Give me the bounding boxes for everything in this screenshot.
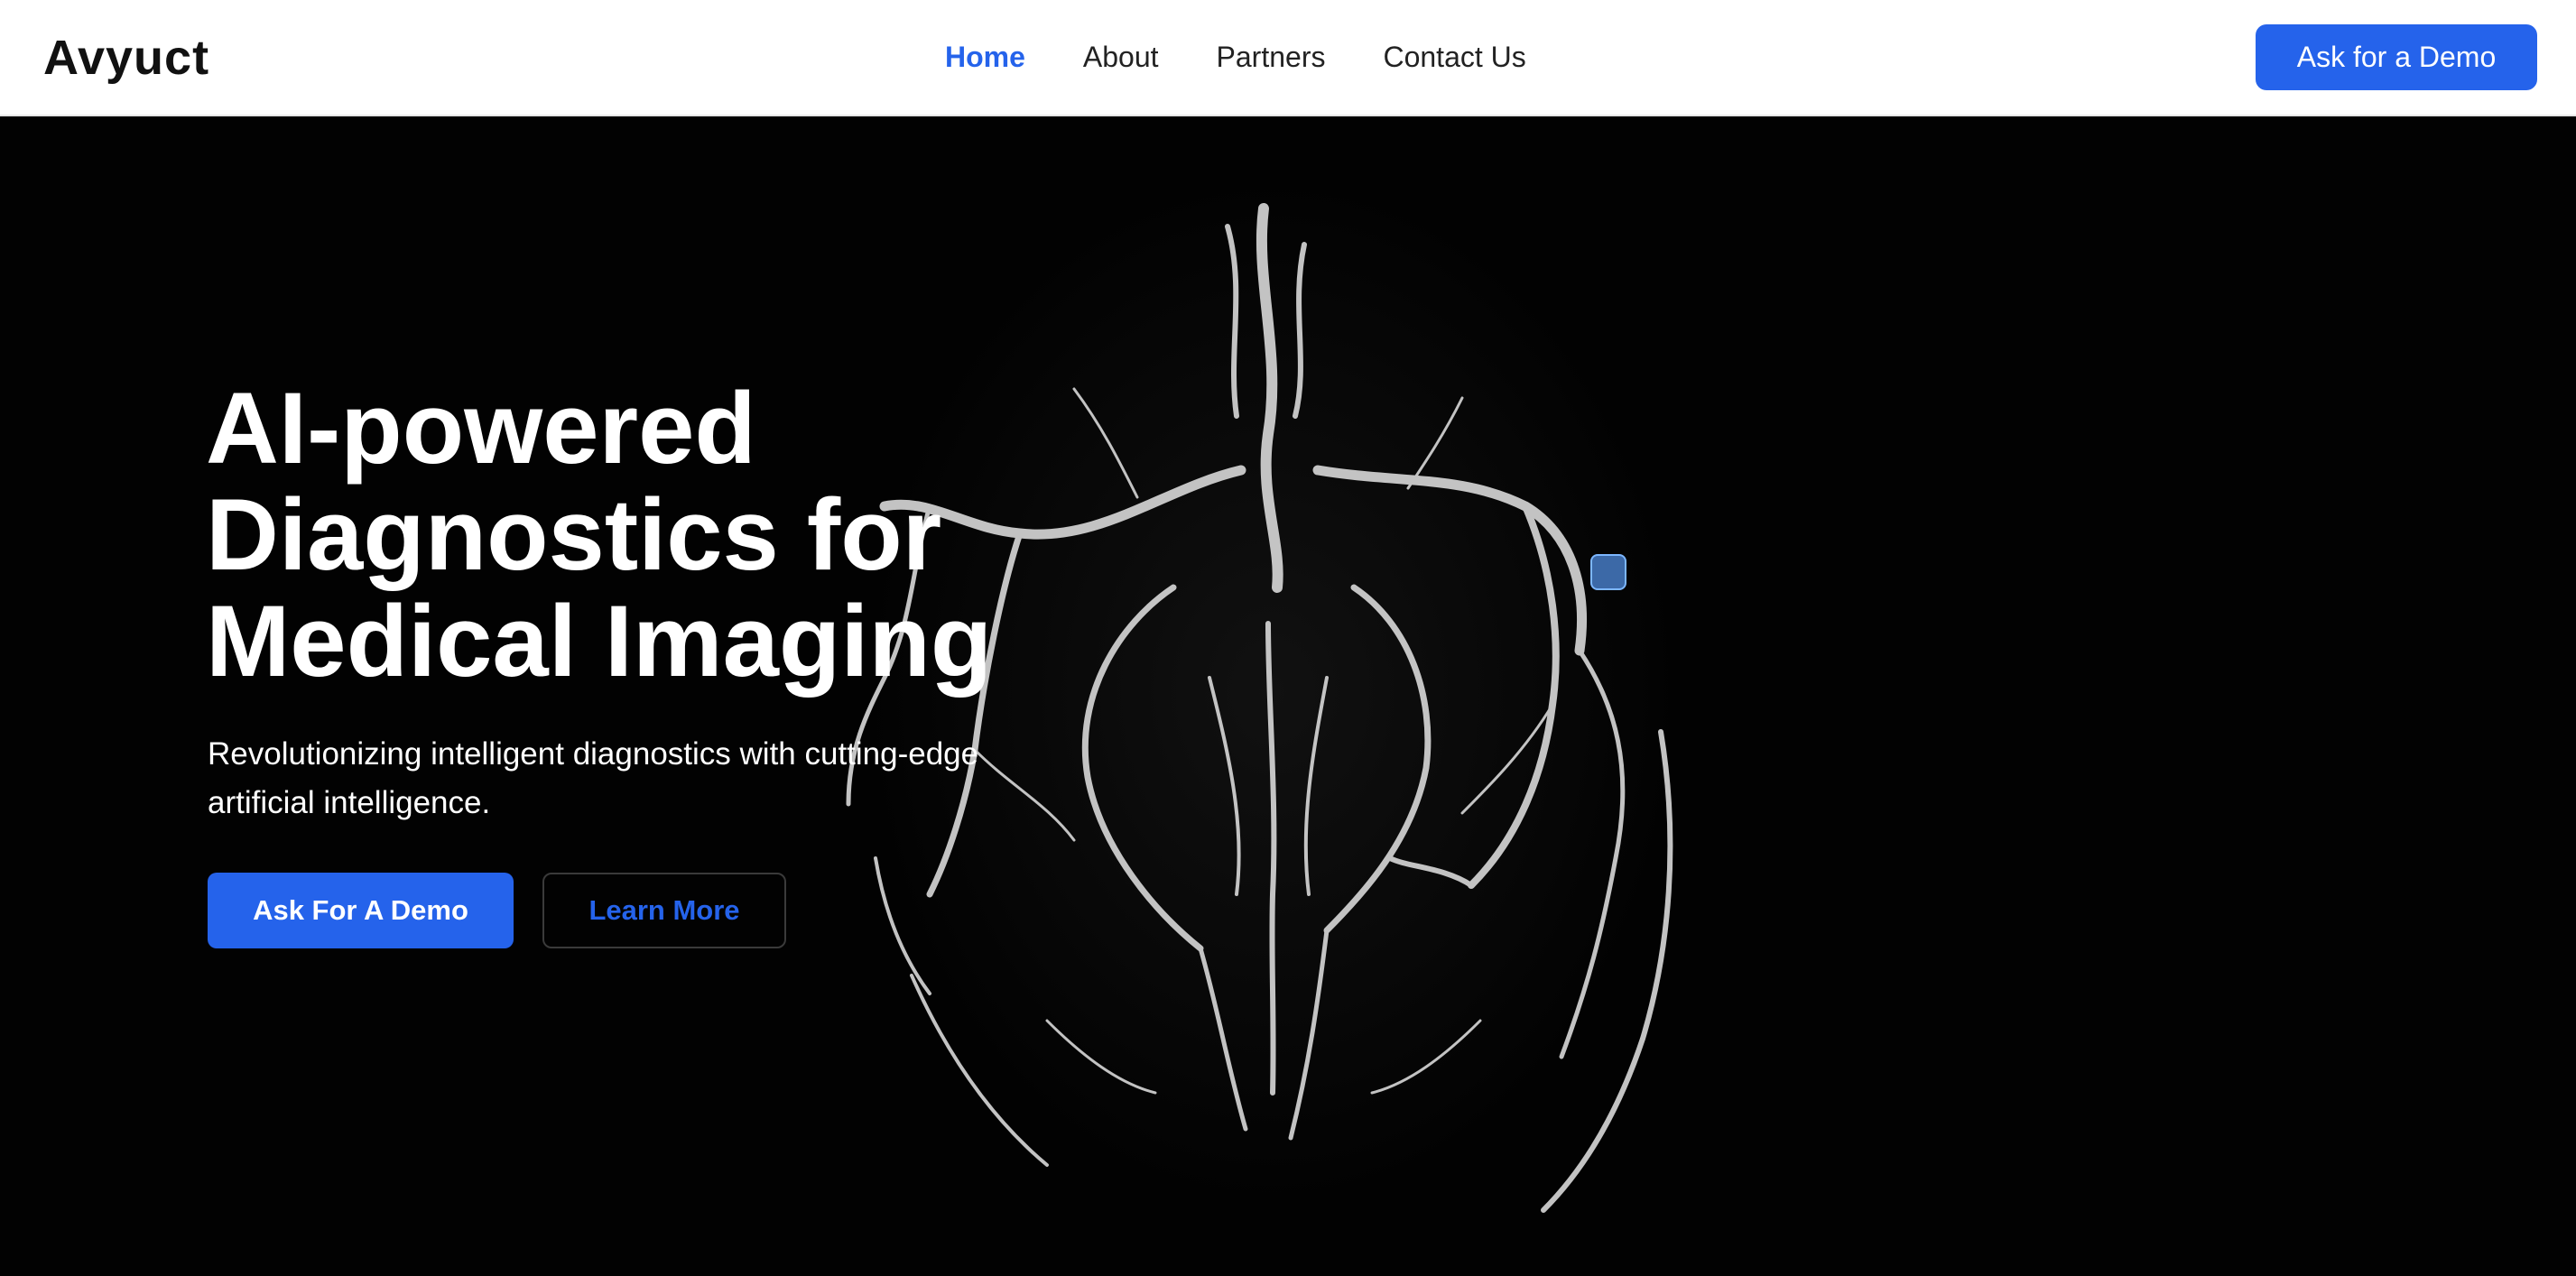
page: Avyuct Home About Partners Contact Us As… xyxy=(0,0,2576,1276)
hero-ask-for-demo-button[interactable]: Ask For A Demo xyxy=(208,873,514,948)
brand-logo[interactable]: Avyuct xyxy=(43,27,209,88)
top-navbar: Avyuct Home About Partners Contact Us As… xyxy=(0,0,2576,116)
hero-title-line-1: AI-powered xyxy=(206,372,756,485)
hero-subtitle: Revolutionizing intelligent diagnostics … xyxy=(208,736,979,820)
hero-title: AI-powered Diagnostics for Medical Imagi… xyxy=(206,375,1199,695)
hero-actions: Ask For A Demo Learn More xyxy=(208,873,786,948)
hero-learn-more-button[interactable]: Learn More xyxy=(542,873,786,948)
nav-link-partners[interactable]: Partners xyxy=(1217,36,1326,78)
nav-link-contact-us[interactable]: Contact Us xyxy=(1383,36,1525,78)
nav-link-about[interactable]: About xyxy=(1083,36,1159,78)
cursor-highlight-icon xyxy=(1590,554,1626,590)
nav-ask-for-demo-button[interactable]: Ask for a Demo xyxy=(2256,24,2537,90)
hero-title-line-2: Diagnostics for xyxy=(206,478,942,591)
main-nav: Home About Partners Contact Us xyxy=(945,36,1526,78)
hero-section: AI-powered Diagnostics for Medical Imagi… xyxy=(0,118,2576,1276)
nav-link-home[interactable]: Home xyxy=(945,36,1025,78)
hero-title-line-3: Medical Imaging xyxy=(206,585,993,698)
